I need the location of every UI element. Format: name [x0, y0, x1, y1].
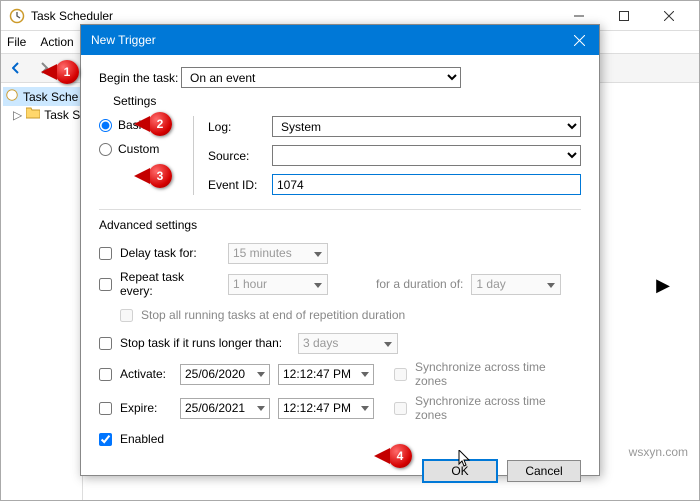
log-select[interactable]: System: [272, 116, 581, 137]
repeat-combo[interactable]: 1 hour: [228, 274, 328, 295]
tree-panel: Task Sche ▷ Task S: [1, 83, 83, 500]
menu-file[interactable]: File: [7, 35, 26, 49]
eventid-input[interactable]: [272, 174, 581, 195]
enabled-label: Enabled: [120, 432, 164, 446]
stop-repetition-checkbox: [120, 309, 133, 322]
begin-task-label: Begin the task:: [99, 71, 181, 85]
stop-repetition-label: Stop all running tasks at end of repetit…: [141, 308, 405, 322]
stop-long-label: Stop task if it runs longer than:: [120, 336, 290, 350]
tree-root[interactable]: Task Sche: [3, 87, 80, 106]
menu-action[interactable]: Action: [40, 35, 73, 49]
callout-2: 2: [148, 112, 172, 136]
activate-sync-label: Synchronize across time zones: [415, 360, 581, 388]
cancel-button[interactable]: Cancel: [507, 460, 581, 482]
duration-combo[interactable]: 1 day: [471, 274, 561, 295]
folder-icon: [26, 107, 40, 122]
repeat-label: Repeat task every:: [120, 270, 220, 298]
dialog-title: New Trigger: [91, 33, 559, 47]
custom-radio[interactable]: [99, 143, 112, 156]
log-label: Log:: [208, 120, 264, 134]
basic-radio[interactable]: [99, 119, 112, 132]
clock-icon: [5, 88, 19, 105]
activate-time[interactable]: 12:12:47 PM: [278, 364, 374, 385]
delay-checkbox[interactable]: [99, 247, 112, 260]
chevron-right-icon[interactable]: ▶: [656, 275, 670, 296]
tree-child[interactable]: ▷ Task S: [3, 106, 80, 123]
divider: [99, 209, 581, 210]
source-label: Source:: [208, 149, 264, 163]
expire-sync-checkbox: [394, 402, 407, 415]
settings-label: Settings: [113, 94, 581, 108]
close-button[interactable]: [646, 2, 691, 30]
stop-long-checkbox[interactable]: [99, 337, 112, 350]
activate-sync-checkbox: [394, 368, 407, 381]
expand-icon[interactable]: ▷: [13, 108, 22, 122]
app-title: Task Scheduler: [31, 9, 556, 23]
delay-combo[interactable]: 15 minutes: [228, 243, 328, 264]
tree-root-label: Task Sche: [23, 90, 78, 104]
expire-checkbox[interactable]: [99, 402, 112, 415]
stop-long-combo[interactable]: 3 days: [298, 333, 398, 354]
back-button[interactable]: [7, 56, 33, 80]
callout-1: 1: [55, 60, 79, 84]
duration-label: for a duration of:: [376, 277, 463, 291]
eventid-label: Event ID:: [208, 178, 264, 192]
dialog-close-button[interactable]: [559, 25, 599, 55]
maximize-button[interactable]: [601, 2, 646, 30]
advanced-settings-label: Advanced settings: [99, 218, 581, 232]
activate-label: Activate:: [120, 367, 172, 381]
source-select[interactable]: [272, 145, 581, 166]
callout-4: 4: [388, 444, 412, 468]
begin-task-select[interactable]: On an event: [181, 67, 461, 88]
watermark: wsxyn.com: [629, 445, 688, 459]
activate-checkbox[interactable]: [99, 368, 112, 381]
dialog-titlebar[interactable]: New Trigger: [81, 25, 599, 55]
expire-date[interactable]: 25/06/2021: [180, 398, 270, 419]
callout-3: 3: [148, 164, 172, 188]
repeat-checkbox[interactable]: [99, 278, 112, 291]
clock-icon: [9, 8, 25, 24]
divider: [193, 116, 194, 195]
activate-date[interactable]: 25/06/2020: [180, 364, 270, 385]
expire-label: Expire:: [120, 401, 172, 415]
custom-radio-row[interactable]: Custom: [99, 142, 179, 156]
expire-time[interactable]: 12:12:47 PM: [278, 398, 374, 419]
ok-button[interactable]: OK: [423, 460, 497, 482]
delay-label: Delay task for:: [120, 246, 220, 260]
new-trigger-dialog: New Trigger Begin the task: On an event …: [80, 24, 600, 476]
tree-child-label: Task S: [44, 108, 80, 122]
expire-sync-label: Synchronize across time zones: [415, 394, 581, 422]
custom-label: Custom: [118, 142, 159, 156]
enabled-checkbox[interactable]: [99, 433, 112, 446]
